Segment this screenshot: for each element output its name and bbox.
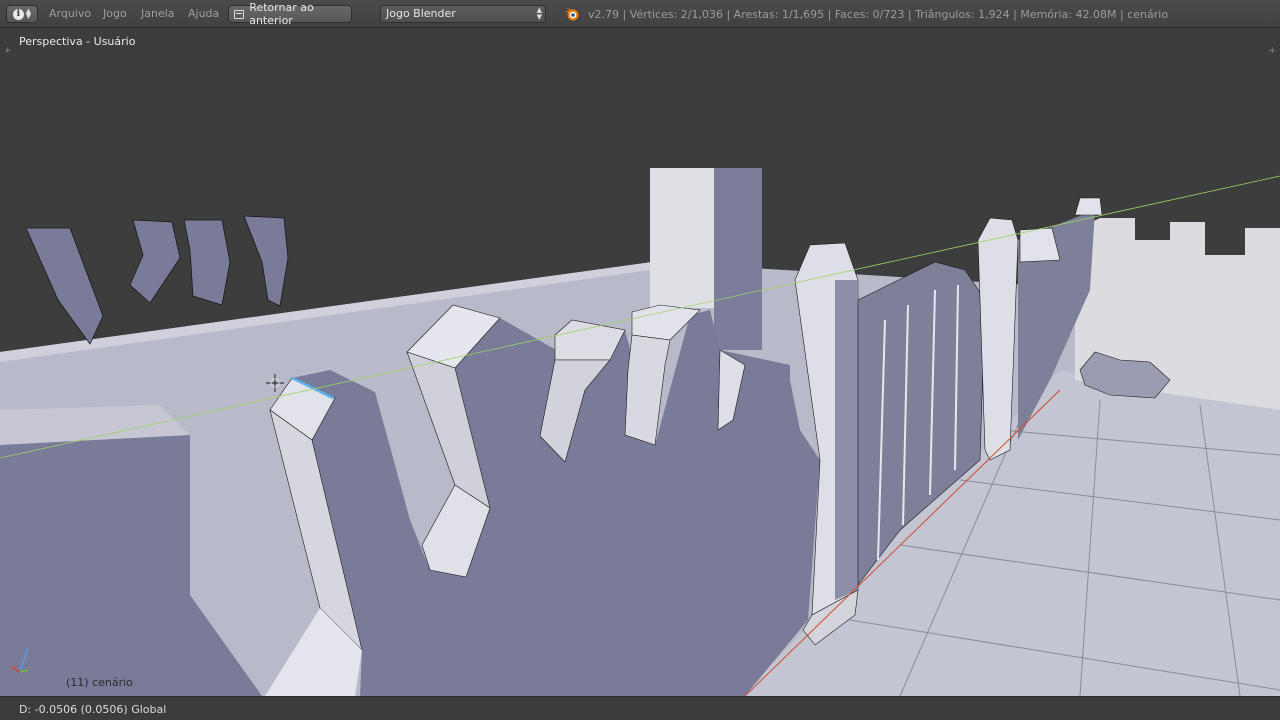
area-split-icon[interactable]: + [1268, 46, 1276, 56]
tower-side [714, 168, 762, 350]
gate-pillar-shade [835, 280, 858, 600]
floating-crenel [183, 219, 231, 306]
info-icon: i [12, 8, 24, 20]
menu-jogo[interactable]: Jogo [103, 7, 127, 20]
menu-ajuda[interactable]: Ajuda [188, 7, 219, 20]
back-to-previous-label: Retornar ao anterior [249, 1, 314, 27]
floating-crenel [25, 227, 104, 345]
screen-back-icon [234, 9, 245, 19]
menu-janela[interactable]: Janela [141, 7, 175, 20]
view-name-label: Perspectiva - Usuário [19, 35, 136, 48]
floating-crenel [243, 215, 289, 307]
status-bar: D: -0.0506 (0.0506) Global [0, 696, 1280, 720]
info-header: i ▲ ▼ Arquivo Jogo Janela Ajuda Retornar … [0, 0, 1280, 28]
chevron-updown-icon: ▲ ▼ [536, 6, 542, 21]
floating-crenel [129, 219, 181, 304]
scene-statistics: v2.79 | Vértices: 2/1,036 | Arestas: 1/1… [588, 8, 1169, 21]
back-to-previous-button[interactable]: Retornar ao anterior [228, 1, 352, 27]
render-engine-value: Jogo Blender [386, 7, 456, 20]
tower-front [650, 168, 714, 308]
far-crenel [1074, 197, 1103, 216]
render-engine-select[interactable]: Jogo Blender ▲ ▼ [380, 5, 546, 23]
object-info-label: (11) cenário [66, 676, 133, 689]
area-split-icon[interactable]: + [4, 46, 12, 56]
chevron-updown-icon: ▲ ▼ [25, 7, 32, 20]
3d-viewport[interactable]: Perspectiva - Usuário (11) cenário + + [0, 28, 1280, 696]
transform-status-text: D: -0.0506 (0.0506) Global [19, 703, 167, 716]
blender-logo-icon [565, 8, 579, 21]
editor-type-button[interactable]: i ▲ ▼ [6, 5, 38, 23]
menu-arquivo[interactable]: Arquivo [49, 7, 91, 20]
scene-canvas[interactable] [0, 28, 1280, 696]
